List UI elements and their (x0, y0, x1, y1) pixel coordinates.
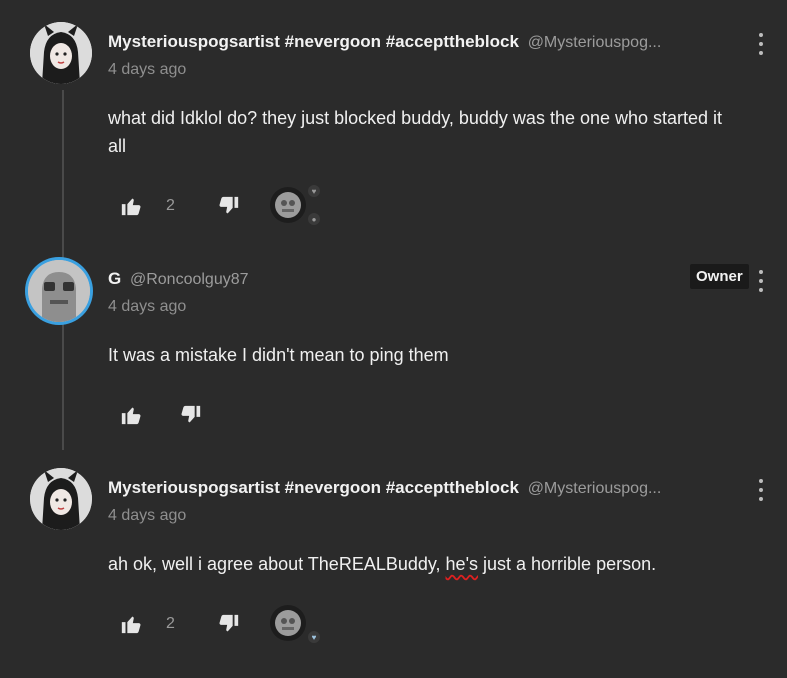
author-name[interactable]: Mysteriouspogsartist #nevergoon #acceptt… (108, 478, 519, 497)
timestamp[interactable]: 4 days ago (108, 298, 186, 316)
like-count: 2 (166, 615, 175, 632)
thumbs-down-icon[interactable] (180, 404, 202, 426)
kebab-menu-icon[interactable] (756, 270, 766, 292)
comment-text-part: ah ok, well i agree about TheREALBuddy, (108, 554, 446, 574)
spellcheck-underlined-word: he's (445, 554, 479, 574)
avatar[interactable] (30, 468, 92, 530)
owner-badge: Owner (690, 264, 749, 289)
author-handle[interactable]: @Roncoolguy87 (130, 271, 249, 288)
thumbs-up-icon[interactable] (120, 195, 142, 217)
author-handle[interactable]: @Mysteriouspog... (528, 480, 662, 497)
heart-icon: ♥ (308, 631, 320, 643)
like-count: 2 (166, 197, 175, 214)
timestamp[interactable]: 4 days ago (108, 61, 186, 79)
comment-text: what did Idklol do? they just blocked bu… (108, 108, 723, 156)
creator-heart-avatar (270, 605, 306, 641)
timestamp[interactable]: 4 days ago (108, 507, 186, 525)
kebab-menu-icon[interactable] (756, 33, 766, 55)
comment-text: ah ok, well i agree about TheREALBuddy, … (108, 550, 748, 578)
avatar[interactable] (30, 22, 92, 84)
kebab-menu-icon[interactable] (756, 479, 766, 501)
thumbs-down-icon[interactable] (218, 613, 240, 635)
reply-bubble-icon: ● (308, 213, 320, 225)
name-row: Mysteriouspogsartist #nevergoon #acceptt… (108, 478, 661, 498)
author-name[interactable]: Mysteriouspogsartist #nevergoon #acceptt… (108, 32, 519, 51)
thumbs-down-icon[interactable] (218, 195, 240, 217)
avatar[interactable] (28, 260, 90, 322)
creator-heart-avatar (270, 187, 306, 223)
author-name[interactable]: G (108, 269, 121, 288)
thumbs-up-icon[interactable] (120, 613, 142, 635)
author-handle[interactable]: @Mysteriouspog... (528, 34, 662, 51)
comment-text-part: just a horrible person. (478, 554, 657, 574)
heart-icon: ♥ (308, 185, 320, 197)
thumbs-up-icon[interactable] (120, 404, 142, 426)
comment-text: It was a mistake I didn't mean to ping t… (108, 345, 449, 365)
name-row: Mysteriouspogsartist #nevergoon #acceptt… (108, 32, 661, 52)
name-row: G @Roncoolguy87 (108, 269, 249, 289)
